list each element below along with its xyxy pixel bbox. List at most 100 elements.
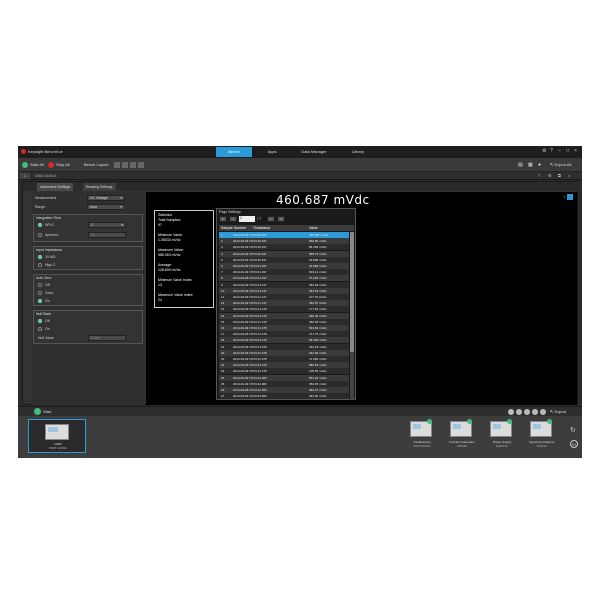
table-row[interactable]: 18 2014-09-09 15:54:41.478 58.365 mVdc (219, 337, 349, 344)
config-icon[interactable] (532, 409, 538, 415)
column-header-value[interactable]: Value (309, 226, 318, 230)
instrument-close-icon[interactable]: × (568, 173, 570, 178)
export-all-button[interactable]: ⇱ Export All (550, 161, 571, 169)
instrument-tab-number[interactable]: 1 (20, 173, 30, 179)
table-row[interactable]: 27 2014-09-09 15:54:42.383 384.06 mVdc (219, 393, 349, 400)
instrument-tile[interactable]: Power Supply E36313A (482, 419, 522, 454)
table-row[interactable]: 20 2014-09-09 15:54:41.678 463.99 mVdc (219, 349, 349, 356)
table-row[interactable]: 9 2014-09-09 15:54:41.137 482.69 mVdc (219, 281, 349, 288)
export-button[interactable]: ⇱ Export (550, 408, 566, 416)
instrument-help-icon[interactable]: ? (538, 173, 540, 178)
prev-page-button[interactable]: < (229, 216, 237, 222)
last-page-button[interactable]: >| (277, 216, 285, 222)
table-row[interactable]: 16 2014-09-09 15:54:41.478 563.84 mVdc (219, 325, 349, 331)
range-select[interactable]: Auto ▾ (87, 204, 125, 210)
table-row[interactable]: 8 2014-09-09 15:54:41.037 57.292 mVdc (219, 275, 349, 282)
next-page-button[interactable]: > (267, 216, 275, 222)
table-icon[interactable]: ▦ (528, 161, 533, 169)
table-row[interactable]: 11 2014-09-09 15:54:41.137 117.79 mVdc (219, 294, 349, 300)
table-row[interactable]: 21 2014-09-09 15:54:42.078 71.384 mVdc (219, 356, 349, 362)
record-icon[interactable]: ● (538, 161, 541, 169)
layout-dual-icon[interactable] (122, 162, 128, 168)
measurement-select[interactable]: DC Voltage ▾ (87, 195, 125, 201)
table-row[interactable]: 26 2014-09-09 15:54:42.383 482.27 mVdc (219, 387, 349, 393)
start-all-button[interactable]: Start All (22, 161, 44, 169)
table-row[interactable]: 19 2014-09-09 15:54:41.678 322.18 mVdc (219, 343, 349, 350)
table-row[interactable]: 22 2014-09-09 15:54:42.278 686.69 mVdc (219, 362, 349, 369)
column-header-timestamp[interactable]: Timestamp (253, 226, 270, 230)
table-row[interactable]: 25 2014-09-09 15:54:42.383 384.65 mVdc (219, 380, 349, 387)
chart-view-icon[interactable]: ∿ (563, 194, 566, 199)
table-row[interactable]: 2 2014-09-09 15:54:40.337 848.65 mVdc (219, 238, 349, 245)
auto-zero-once-radio[interactable] (38, 291, 42, 295)
tab-apps[interactable]: Apps (254, 147, 290, 157)
table-row[interactable]: 10 2014-09-09 15:54:41.137 384.59 mVdc (219, 287, 349, 294)
maximize-icon[interactable]: □ (566, 149, 569, 154)
table-row[interactable]: 1 2014-09-09 15:54:40.037 460.687 mVdc (219, 232, 349, 238)
instrument-tile[interactable]: Function Generator 33522B (442, 419, 482, 454)
null-value-field[interactable]: 0 Vdc (88, 335, 126, 341)
tab-reading-settings[interactable]: Reading Settings (83, 183, 116, 191)
auto-zero-off-radio[interactable] (38, 283, 42, 287)
help-icon[interactable]: ? (550, 149, 553, 154)
table-view-icon[interactable] (567, 194, 573, 200)
first-page-button[interactable]: |< (219, 216, 227, 222)
minimize-icon[interactable]: – (558, 149, 561, 154)
table-row[interactable]: 3 2014-09-09 15:54:40.537 86.465 mVdc (219, 244, 349, 251)
instrument-tile[interactable]: Oscilloscope DSOX2014A (402, 419, 442, 454)
statistics-line: Maximum Value: (158, 248, 184, 252)
cell-timestamp: 2014-09-09 15:54:42.078 (233, 357, 267, 361)
capture-icon[interactable] (524, 409, 530, 415)
layout-quad-icon[interactable] (130, 162, 136, 168)
table-row[interactable]: 17 2014-09-09 15:54:41.478 717.79 mVdc (219, 331, 349, 338)
active-instrument-tile[interactable]: DMM DMM 34465A (28, 419, 86, 453)
start-button[interactable]: Start (34, 408, 51, 416)
column-header-sample[interactable]: Sample Number (221, 226, 246, 230)
nplc-radio[interactable] (38, 223, 42, 227)
table-row[interactable]: 12 2014-09-09 15:54:41.137 484.97 mVdc (219, 300, 349, 307)
stop-icon[interactable] (508, 409, 514, 415)
chart-icon[interactable]: ▤ (518, 161, 523, 169)
auto-zero-on-radio[interactable] (38, 299, 42, 303)
table-row[interactable]: 13 2014-09-09 15:54:41.478 177.69 mVdc (219, 306, 349, 313)
table-scrollbar[interactable] (350, 232, 354, 400)
instrument-settings-icon[interactable]: ⚙ (548, 173, 552, 178)
layout-grid-icon[interactable] (138, 162, 144, 168)
null-on-radio[interactable] (38, 327, 42, 331)
instrument-tab-bar: 1 DMM 34465A ? ⚙ ⧉ × (18, 172, 582, 180)
impedance-highz-radio[interactable] (38, 263, 42, 267)
page-number-input[interactable]: 1 (239, 216, 255, 222)
table-row[interactable]: 5 2014-09-09 15:54:40.837 54.868 mVdc (219, 256, 349, 263)
table-row[interactable]: 14 2014-09-09 15:54:41.478 290.36 mVdc (219, 312, 349, 319)
table-row[interactable]: 23 2014-09-09 15:54:42.278 108.55 mVdc (219, 368, 349, 375)
settings-gear-icon[interactable]: ⚙ (542, 149, 546, 154)
instrument-count-icon[interactable]: IO (570, 440, 578, 448)
tab-instrument-settings[interactable]: Instrument Settings (37, 183, 74, 191)
connected-badge-icon (547, 419, 552, 424)
table-row[interactable]: 24 2014-09-09 15:54:42.383 563.26 mVdc (219, 374, 349, 381)
null-off-radio[interactable] (38, 319, 42, 323)
cell-sample-number: 4 (221, 251, 223, 256)
stop-all-button[interactable]: Stop All (48, 161, 70, 169)
cell-value: 108.55 mVdc (309, 369, 327, 374)
instrument-popout-icon[interactable]: ⧉ (558, 173, 561, 178)
close-icon[interactable]: × (574, 149, 577, 154)
impedance-10m-radio[interactable] (38, 255, 42, 259)
layout-single-icon[interactable] (114, 162, 120, 168)
statistics-line: Total Samples: (158, 218, 181, 222)
tab-library[interactable]: Library (340, 147, 376, 157)
table-row[interactable]: 6 2014-09-09 15:54:41.037 34.808 mVdc (219, 263, 349, 269)
nplc-select[interactable]: 1 ▾ (88, 222, 126, 228)
record-icon[interactable] (516, 409, 522, 415)
tab-bench[interactable]: Bench (216, 147, 252, 157)
gear-icon[interactable] (540, 409, 546, 415)
aperture-radio[interactable] (38, 233, 42, 237)
aperture-field[interactable]: 1s (88, 232, 126, 238)
table-row[interactable]: 4 2014-09-09 15:54:40.637 868.79 mVdc (219, 250, 349, 257)
table-row[interactable]: 15 2014-09-09 15:54:41.478 466.65 mVdc (219, 318, 349, 325)
table-row[interactable]: 7 2014-09-09 15:54:41.037 503.14 mVdc (219, 269, 349, 276)
instrument-tile[interactable]: Spectrum Analyzer N9322C (522, 419, 562, 454)
scrollbar-thumb[interactable] (350, 232, 354, 352)
tab-data-manager[interactable]: Data Manager (292, 147, 336, 157)
refresh-icon[interactable]: ↻ (570, 426, 576, 434)
